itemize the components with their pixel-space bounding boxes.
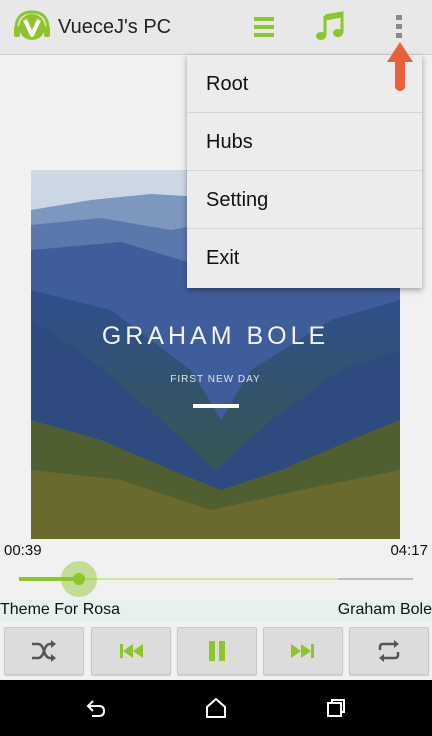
app-title: VueceJ's PC (58, 16, 172, 38)
album-art-subtitle: FIRST NEW DAY (170, 374, 261, 385)
pause-icon (209, 641, 225, 661)
system-nav-bar (0, 680, 432, 736)
album-art-divider (193, 404, 239, 408)
back-icon[interactable] (84, 696, 108, 720)
menu-item-setting[interactable]: Setting (187, 171, 422, 229)
list-icon[interactable] (247, 10, 281, 44)
recents-icon[interactable] (324, 696, 348, 720)
app-bar: VueceJ's PC (0, 0, 432, 55)
pointer-arrow-icon (387, 42, 413, 91)
menu-item-exit[interactable]: Exit (187, 229, 422, 287)
menu-item-hubs[interactable]: Hubs (187, 113, 422, 171)
next-button[interactable] (263, 627, 343, 675)
overflow-menu-icon[interactable] (382, 10, 416, 44)
seek-bar[interactable] (19, 561, 413, 597)
shuffle-button[interactable] (4, 627, 84, 675)
track-artist: Graham Bole (337, 601, 432, 618)
previous-button[interactable] (91, 627, 171, 675)
vuece-logo-icon (14, 10, 50, 40)
next-icon (291, 644, 314, 658)
album-art-artist: GRAHAM BOLE (101, 322, 330, 350)
repeat-button[interactable] (349, 627, 429, 675)
repeat-icon (378, 640, 400, 662)
track-title: Theme For Rosa (0, 601, 121, 618)
previous-icon (120, 644, 143, 658)
home-icon[interactable] (204, 696, 228, 720)
elapsed-time: 00:39 (4, 542, 42, 559)
pause-button[interactable] (177, 627, 257, 675)
playback-controls (0, 625, 432, 675)
track-info-strip: Theme For Rosa Graham Bole (0, 600, 432, 622)
shuffle-icon (32, 640, 56, 662)
seek-thumb[interactable] (73, 573, 85, 585)
music-note-icon[interactable] (313, 10, 347, 44)
total-time: 04:17 (390, 542, 428, 559)
